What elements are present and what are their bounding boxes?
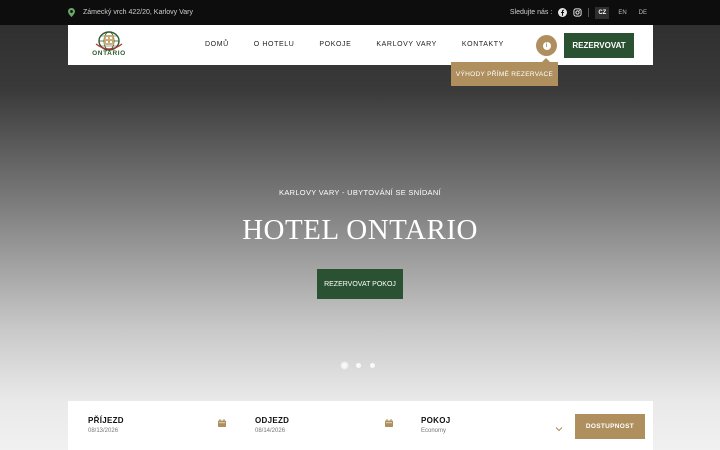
calendar-icon[interactable] xyxy=(218,419,226,427)
info-icon: i xyxy=(542,41,551,50)
slide-dot-1[interactable] xyxy=(342,363,347,368)
info-button[interactable]: i xyxy=(536,35,557,56)
room-label: POKOJ xyxy=(421,416,451,425)
divider xyxy=(588,8,590,17)
address-text: Zámecký vrch 422/20, Karlovy Vary xyxy=(83,9,193,16)
hero-title: HOTEL ONTARIO xyxy=(242,214,478,246)
slider-dots xyxy=(342,363,375,368)
nav-item-home[interactable]: DOMŮ xyxy=(205,41,229,48)
departure-label: ODJEZD xyxy=(255,416,290,425)
nav-item-about[interactable]: O HOTELU xyxy=(254,41,295,48)
nav-item-rooms[interactable]: POKOJE xyxy=(319,41,351,48)
top-bar: Zámecký vrch 422/20, Karlovy Vary Sleduj… xyxy=(0,0,720,25)
chevron-down-icon[interactable] xyxy=(555,426,563,432)
direct-booking-tooltip[interactable]: VÝHODY PŘÍMÉ REZERVACE xyxy=(451,58,558,86)
facebook-icon[interactable] xyxy=(558,8,568,17)
room-field[interactable]: POKOJ Economy xyxy=(421,416,451,434)
availability-button[interactable]: DOSTUPNOST xyxy=(575,414,645,439)
calendar-icon[interactable] xyxy=(385,419,393,427)
follow-label: Sledujte nás : xyxy=(509,9,553,16)
slide-dot-2[interactable] xyxy=(356,363,361,368)
nav-menu: DOMŮ O HOTELU POKOJE KARLOVY VARY KONTAK… xyxy=(205,41,504,48)
topbar-right: Sledujte nás : CZ EN DE xyxy=(510,5,650,20)
departure-field[interactable]: ODJEZD 08/14/2026 xyxy=(255,416,289,434)
arrival-value: 08/13/2026 xyxy=(88,428,119,434)
lang-en[interactable]: EN xyxy=(615,7,629,19)
lang-cz[interactable]: CZ xyxy=(595,6,610,19)
room-value: Economy xyxy=(421,428,447,434)
main-nav: ONTARIO DOMŮ O HOTELU POKOJE KARLOVY VAR… xyxy=(68,25,653,65)
slide-dot-3[interactable] xyxy=(370,363,375,368)
reserve-button[interactable]: REZERVOVAT xyxy=(564,33,634,58)
instagram-icon[interactable] xyxy=(573,8,582,17)
map-pin-icon xyxy=(68,8,75,17)
booking-bar: PŘÍJEZD 08/13/2026 ODJEZD 08/14/2026 POK… xyxy=(68,401,653,450)
address[interactable]: Zámecký vrch 422/20, Karlovy Vary xyxy=(68,8,193,17)
departure-value: 08/14/2026 xyxy=(255,428,286,434)
hero-subtitle: KARLOVY VARY - UBYTOVÁNÍ SE SNÍDANÍ xyxy=(279,188,441,197)
logo-text: ONTARIO xyxy=(92,50,126,57)
nav-item-karlovy-vary[interactable]: KARLOVY VARY xyxy=(376,41,437,48)
nav-item-contacts[interactable]: KONTAKTY xyxy=(462,41,504,48)
arrival-field[interactable]: PŘÍJEZD 08/13/2026 xyxy=(88,416,124,434)
arrival-label: PŘÍJEZD xyxy=(88,416,124,425)
lang-de[interactable]: DE xyxy=(636,7,650,19)
book-room-button[interactable]: REZERVOVAT POKOJ xyxy=(317,269,403,299)
